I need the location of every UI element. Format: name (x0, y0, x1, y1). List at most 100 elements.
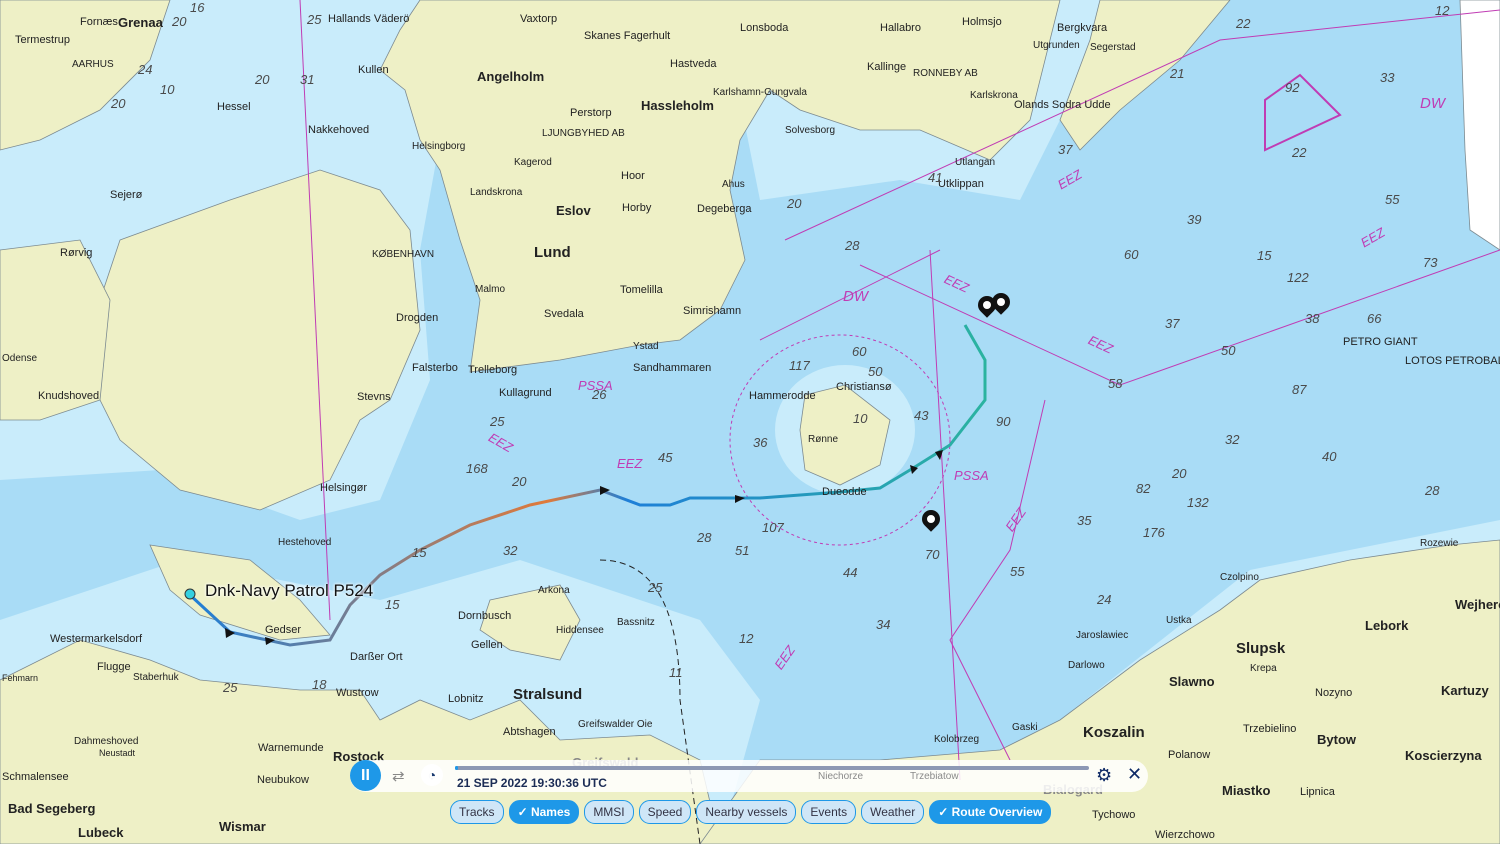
place-label: Kartuzy (1441, 683, 1489, 698)
gear-icon[interactable]: ⚙ (1096, 765, 1112, 786)
place-label: Gedser (265, 624, 302, 636)
depth-sounding: 117 (789, 358, 810, 373)
place-label: Slawno (1169, 674, 1215, 689)
depth-sounding: 37 (1165, 316, 1180, 331)
toggle-mmsi[interactable]: MMSI (584, 800, 634, 824)
place-label: Simrishamn (683, 305, 742, 317)
place-label: Nakkehoved (308, 124, 370, 136)
zone-label: PSSA (954, 468, 989, 483)
depth-sounding: 10 (160, 82, 175, 97)
place-label: Slupsk (1236, 640, 1286, 657)
pause-icon: II (361, 766, 370, 784)
place-label: Malmo (475, 284, 506, 295)
place-label: Ustka (1166, 615, 1192, 626)
place-label: Svedala (544, 308, 584, 320)
place-label: Flugge (97, 661, 131, 673)
place-label: Hestehoved (278, 537, 332, 548)
place-label: Lund (534, 244, 571, 261)
place-label: RONNEBY AB (913, 68, 978, 79)
place-label: Horby (622, 202, 652, 214)
toggle-weather[interactable]: Weather (861, 800, 925, 824)
place-label: Dahmeshoved (74, 736, 139, 747)
depth-sounding: 21 (1170, 66, 1185, 81)
depth-sounding: 12 (739, 631, 754, 646)
timeline-slider[interactable] (455, 766, 1089, 770)
speedometer-icon[interactable]: ◔ (421, 764, 443, 786)
toggle-tracks[interactable]: Tracks (450, 800, 504, 824)
place-label: Polanow (1168, 749, 1211, 761)
pause-button[interactable]: II (350, 760, 381, 791)
place-label: Kullagrund (499, 387, 552, 399)
depth-sounding: 33 (1380, 70, 1395, 85)
place-label: Holmsjo (962, 16, 1002, 28)
place-label: Utlangan (955, 157, 996, 168)
place-label: Trzebiatow (910, 771, 959, 782)
place-label: Koscierzyna (1405, 748, 1482, 763)
place-label: Niechorze (818, 771, 864, 782)
depth-sounding: 92 (1285, 80, 1300, 95)
timeline-progress (455, 766, 459, 770)
place-label: Ystad (633, 341, 659, 352)
depth-sounding: 24 (1097, 592, 1112, 607)
place-label: Rozewie (1420, 538, 1459, 549)
toggle-names[interactable]: ✓ Names (508, 800, 580, 824)
depth-sounding: 32 (503, 543, 518, 558)
depth-sounding: 66 (1367, 311, 1382, 326)
toggle-label: Nearby vessels (705, 805, 788, 819)
place-label: Fornæs (80, 16, 118, 28)
place-label: Tomelilla (620, 284, 663, 296)
place-label: KØBENHAVN (372, 249, 435, 260)
place-label: Gaski (1012, 722, 1038, 733)
place-label: Helsingør (320, 482, 368, 494)
depth-sounding: 45 (658, 450, 673, 465)
place-label: Westermarkelsdorf (50, 633, 143, 645)
place-label: Rørvig (60, 247, 93, 259)
depth-sounding: 28 (845, 238, 860, 253)
place-label: Darßer Ort (350, 651, 403, 663)
depth-sounding: 15 (1257, 248, 1272, 263)
check-icon: ✓ (517, 805, 531, 819)
place-label: Utgrunden (1033, 40, 1080, 51)
place-label: Kullen (358, 64, 389, 76)
place-label: Skanes Fagerhult (584, 30, 671, 42)
place-label: Helsingborg (412, 141, 466, 152)
place-label: Lubeck (78, 825, 124, 840)
toggle-events[interactable]: Events (801, 800, 857, 824)
toggle-nearby-vessels[interactable]: Nearby vessels (696, 800, 797, 824)
swap-icon[interactable]: ⇄ (392, 767, 405, 785)
place-label: Grenaa (118, 15, 163, 30)
vessel-name-label[interactable]: Dnk-Navy Patrol P524 (205, 581, 373, 601)
place-label: Solvesborg (785, 125, 836, 136)
toggle-route-overview[interactable]: ✓ Route Overview (929, 800, 1052, 824)
place-label: Koszalin (1083, 724, 1145, 741)
toggle-label: Speed (647, 805, 683, 819)
depth-sounding: 50 (868, 364, 883, 379)
toggle-speed[interactable]: Speed (638, 800, 692, 824)
place-label: Olands Sodra Udde (1014, 99, 1111, 111)
place-label: Trzebielino (1243, 723, 1297, 735)
place-label: Hoor (621, 170, 645, 182)
depth-sounding: 82 (1136, 481, 1151, 496)
toggle-label: Names (530, 805, 571, 819)
place-label: Dueodde (822, 486, 867, 498)
place-label: Degeberga (697, 203, 752, 215)
depth-sounding: 60 (852, 344, 867, 359)
place-label: Falsterbo (412, 362, 458, 374)
depth-sounding: 44 (843, 565, 858, 580)
depth-sounding: 20 (172, 14, 187, 29)
depth-sounding: 176 (1143, 525, 1165, 540)
depth-sounding: 18 (312, 677, 327, 692)
depth-sounding: 122 (1287, 270, 1309, 285)
place-label: Lipnica (1300, 786, 1335, 798)
place-label: Arkona (538, 585, 570, 596)
nautical-map[interactable] (0, 0, 1500, 844)
vessel-position-icon[interactable] (184, 588, 196, 600)
place-label: Neustadt (99, 748, 136, 758)
place-label: Schmalensee (2, 771, 69, 783)
place-label: Miastko (1222, 783, 1271, 798)
toggle-label: MMSI (593, 805, 625, 819)
depth-sounding: 15 (412, 545, 427, 560)
place-label: Drogden (396, 312, 439, 324)
place-label: Dornbusch (458, 610, 512, 622)
close-icon[interactable]: ✕ (1127, 764, 1142, 785)
